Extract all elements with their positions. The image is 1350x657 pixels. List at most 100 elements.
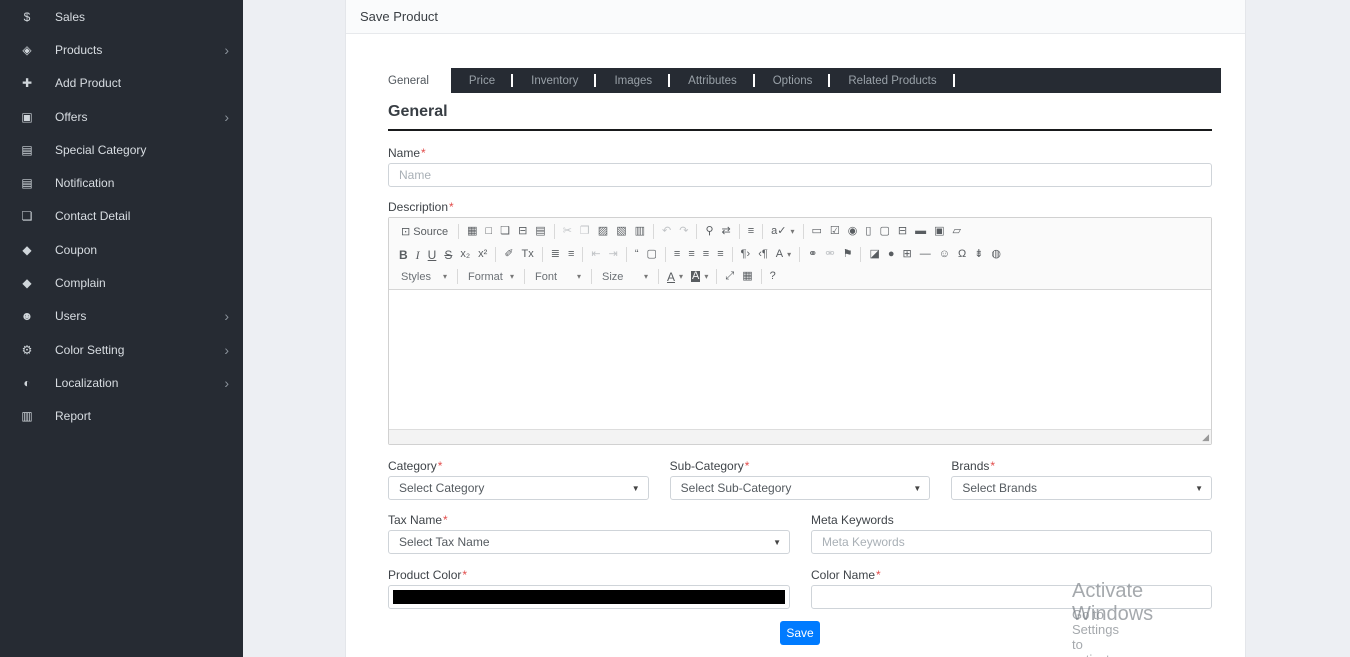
sidebar-item-notification[interactable]: ▤ Notification ›	[0, 166, 243, 199]
image-button-icon[interactable]: ▣▾	[930, 226, 948, 237]
sidebar-item-color-setting[interactable]: ⚙ Color Setting ›	[0, 333, 243, 366]
sidebar-item-contact-detail[interactable]: ❏ Contact Detail ›	[0, 200, 243, 233]
bold-button[interactable]: B▾	[395, 249, 412, 261]
smiley-button[interactable]: ☺▾	[935, 249, 954, 260]
product-color-input[interactable]	[388, 585, 790, 609]
tab-images[interactable]: Images	[596, 68, 670, 93]
templates-icon[interactable]: ▤▾	[531, 226, 549, 237]
save-button[interactable]: Save	[780, 621, 820, 645]
tab-attributes[interactable]: Attributes	[670, 68, 755, 93]
anchor-button[interactable]: ⚑▾	[839, 249, 857, 260]
text-direction-ltr-button[interactable]: ¶›▾	[737, 249, 755, 260]
subscript-button[interactable]: x₂▾	[456, 249, 474, 260]
category-select[interactable]: Select Category ▼	[388, 476, 649, 500]
underline-button[interactable]: U▾	[424, 249, 441, 261]
button-icon[interactable]: ▬▾	[911, 226, 930, 237]
size-dropdown[interactable]: Size▾	[596, 271, 654, 283]
radio-button-icon[interactable]: ◉▾	[844, 226, 862, 237]
copy-formatting-button[interactable]: ✐▾	[500, 249, 517, 260]
preview-icon[interactable]: ❏▾	[496, 226, 514, 237]
insert-image-button[interactable]: ◪▾	[865, 249, 883, 260]
paste-icon[interactable]: ▨▾	[594, 226, 612, 237]
sidebar-item-users[interactable]: ☻ Users ›	[0, 300, 243, 333]
toolbar-item-glyph: ▯	[865, 226, 871, 237]
about-button[interactable]: ?▾	[766, 271, 780, 282]
background-color-button[interactable]: A▾	[687, 271, 712, 282]
save-icon[interactable]: ▦▾	[463, 226, 481, 237]
toolbar-item-glyph: x²	[478, 249, 487, 260]
color-name-input[interactable]	[811, 585, 1212, 609]
div-container-button[interactable]: ▢▾	[643, 249, 661, 260]
align-right-button[interactable]: ≡▾	[699, 249, 713, 260]
find-icon[interactable]: ⚲▾	[701, 226, 717, 237]
replace-icon[interactable]: ⇄▾	[718, 226, 735, 237]
spell-check-icon[interactable]: a✓▾	[767, 226, 798, 237]
hidden-field-icon[interactable]: ▱▾	[949, 226, 965, 237]
format-dropdown[interactable]: Format▾	[462, 271, 520, 283]
toolbar-item-glyph: ¶›	[741, 249, 751, 260]
text-direction-rtl-button[interactable]: ‹¶▾	[754, 249, 772, 260]
text-field-icon[interactable]: ▯▾	[861, 226, 875, 237]
paste-text-icon[interactable]: ▧▾	[612, 226, 630, 237]
iframe-button[interactable]: ◍▾	[987, 249, 1005, 260]
page-break-button[interactable]: ⇟▾	[970, 249, 987, 260]
sidebar-item-label: Users	[55, 309, 86, 323]
tab-related-products[interactable]: Related Products	[830, 68, 954, 93]
sidebar-item-coupon[interactable]: ◆ Coupon ›	[0, 233, 243, 266]
text-color-button[interactable]: A▾	[663, 271, 687, 283]
flash-button[interactable]: ●▾	[884, 249, 899, 260]
font-dropdown[interactable]: Font▾	[529, 271, 587, 283]
justify-button[interactable]: ≡▾	[713, 249, 727, 260]
form-icon[interactable]: ▭▾	[808, 226, 826, 237]
sidebar-item-add-product[interactable]: ✚ Add Product ›	[0, 67, 243, 100]
bulleted-list-button[interactable]: ≡▾	[564, 249, 578, 260]
link-button[interactable]: ⚭▾	[804, 249, 821, 260]
sub-category-select[interactable]: Select Sub-Category ▼	[670, 476, 931, 500]
select-field-icon[interactable]: ⊟▾	[894, 226, 911, 237]
checkbox-icon[interactable]: ☑▾	[826, 226, 844, 237]
special-char-button[interactable]: Ω▾	[954, 249, 970, 260]
align-left-button[interactable]: ≡▾	[670, 249, 684, 260]
tab-inventory[interactable]: Inventory	[513, 68, 596, 93]
sidebar-item-products[interactable]: ◈ Products ›	[0, 33, 243, 66]
remove-format-button[interactable]: Tx▾	[518, 249, 538, 260]
sidebar-item-complain[interactable]: ◆ Complain ›	[0, 266, 243, 299]
sidebar-item-report[interactable]: ▥ Report ›	[0, 400, 243, 433]
sidebar-item-localization[interactable]: ◐ Localization ›	[0, 366, 243, 399]
horizontal-rule-button[interactable]: —▾	[916, 249, 935, 260]
show-blocks-button[interactable]: ▦▾	[738, 271, 756, 282]
styles-dropdown[interactable]: Styles▾	[395, 271, 453, 283]
color-name-label: Color Name*	[811, 568, 1212, 582]
table-button[interactable]: ⊞▾	[899, 249, 916, 260]
resize-grip[interactable]: ◢	[1202, 432, 1209, 443]
numbered-list-button[interactable]: ≣▾	[547, 249, 564, 260]
tab-general[interactable]: General	[388, 68, 451, 93]
brands-select[interactable]: Select Brands ▼	[951, 476, 1212, 500]
dropdown-caret-icon: ▼	[632, 484, 640, 493]
print-icon[interactable]: ⊟▾	[514, 226, 531, 237]
address-book-icon: ❏	[16, 209, 38, 223]
tab-price[interactable]: Price	[451, 68, 513, 93]
paste-word-icon[interactable]: ▥▾	[631, 226, 649, 237]
sidebar-item-sales[interactable]: $ Sales ›	[0, 0, 243, 33]
toolbar-item-glyph: ≡	[703, 249, 709, 260]
name-input[interactable]	[388, 163, 1212, 187]
italic-button[interactable]: I▾	[412, 249, 424, 261]
sidebar-item-offers[interactable]: ▣ Offers ›	[0, 100, 243, 133]
maximize-button[interactable]: ⤢▾	[721, 271, 738, 282]
new-page-icon[interactable]: □▾	[482, 226, 497, 237]
textarea-icon[interactable]: ▢▾	[875, 226, 893, 237]
strikethrough-button[interactable]: S▾	[440, 249, 456, 261]
meta-keywords-input[interactable]	[811, 530, 1212, 554]
tab-options[interactable]: Options	[755, 68, 831, 93]
blockquote-button[interactable]: “▾	[631, 249, 643, 260]
select-all-icon[interactable]: ≡▾	[744, 226, 758, 237]
source-button[interactable]: ⊡ Source▾	[395, 225, 454, 238]
superscript-button[interactable]: x²▾	[474, 249, 491, 260]
sidebar-item-special-category[interactable]: ▤ Special Category ›	[0, 133, 243, 166]
language-button[interactable]: A▾	[772, 249, 795, 260]
offers-icon: ▣	[16, 110, 38, 124]
align-center-button[interactable]: ≡▾	[684, 249, 698, 260]
tax-name-select[interactable]: Select Tax Name ▼	[388, 530, 790, 554]
description-editor-area[interactable]	[389, 290, 1211, 429]
